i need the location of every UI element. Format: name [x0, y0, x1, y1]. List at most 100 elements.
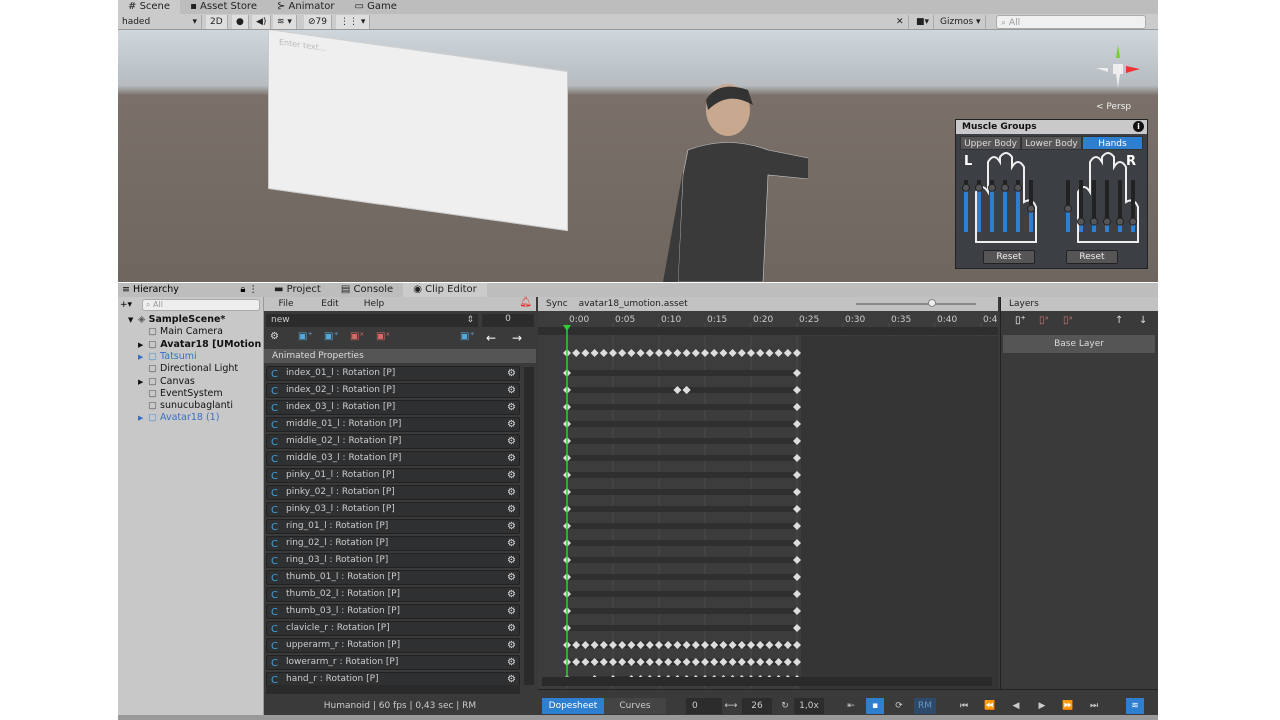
sync-button[interactable]: Sync — [538, 299, 576, 309]
finger-slider-handle[interactable] — [1129, 217, 1137, 226]
property-row[interactable]: Cmiddle_03_l : Rotation [P] ⚙ — [266, 451, 520, 466]
hierarchy-item[interactable]: ▶ ▢ Avatar18 (1) — [138, 412, 219, 424]
finger-slider-handle[interactable] — [988, 183, 996, 192]
property-row[interactable]: Cring_02_l : Rotation [P] ⚙ — [266, 536, 520, 551]
hierarchy-item[interactable]: ▶ ▢ Canvas — [138, 376, 195, 388]
info-icon[interactable]: i — [1133, 121, 1144, 132]
finger-slider-handle[interactable] — [1027, 204, 1035, 213]
create-button[interactable]: +▾ — [120, 300, 132, 310]
properties-hscrollbar[interactable] — [266, 685, 520, 694]
summary-keyframe[interactable] — [682, 349, 691, 357]
summary-keyframe[interactable] — [737, 349, 746, 357]
menu-file[interactable]: File — [264, 297, 308, 311]
root-motion-button[interactable]: RM — [914, 698, 936, 714]
delete-layer-icon[interactable]: ▯ˣ — [1039, 315, 1049, 326]
expand-arrow-icon[interactable]: ▶ — [138, 376, 143, 388]
gear-icon[interactable]: ⚙ — [507, 571, 516, 584]
hidden-objects-toggle[interactable]: ⊘79 — [304, 15, 332, 29]
export-clip-icon[interactable]: ▣⁺ — [460, 331, 475, 342]
summary-keyframe[interactable] — [793, 349, 801, 357]
summary-keyframe[interactable] — [599, 349, 608, 357]
first-frame-icon[interactable]: ⏮ — [956, 698, 972, 714]
tab-upper-body[interactable]: Upper Body — [960, 136, 1021, 150]
summary-keyframe[interactable] — [719, 349, 728, 357]
speed-field[interactable]: 1,0x — [794, 698, 824, 714]
finger-slider-handle[interactable] — [1090, 217, 1098, 226]
tab-lower-body[interactable]: Lower Body — [1021, 136, 1082, 150]
finger-slider-handle[interactable] — [962, 183, 970, 192]
summary-keyframe[interactable] — [609, 349, 617, 357]
hierarchy-item[interactable]: ▶ ▢ Avatar18 [UMotion Lo — [138, 339, 277, 351]
move-layer-up-icon[interactable]: ↑ — [1115, 315, 1123, 326]
duplicate-clip-icon[interactable]: ▣⁺ — [324, 331, 339, 342]
property-row[interactable]: Cindex_03_l : Rotation [P] ⚙ — [266, 400, 520, 415]
finger-slider-handle[interactable] — [975, 183, 983, 192]
gear-icon[interactable]: ⚙ — [507, 656, 516, 669]
summary-keyframe[interactable] — [774, 349, 783, 357]
prev-clip-button[interactable]: ← — [486, 331, 496, 345]
tab-console[interactable]: ▤ Console — [331, 283, 403, 297]
reset-right-button[interactable]: Reset — [1066, 250, 1118, 264]
gear-icon[interactable]: ⚙ — [507, 367, 516, 380]
avatar-character[interactable] — [548, 60, 808, 282]
persp-label[interactable]: < Persp — [1096, 102, 1131, 112]
summary-keyframe[interactable] — [691, 349, 700, 357]
hand-sliders[interactable] — [956, 152, 1149, 248]
summary-keyframe[interactable] — [783, 349, 792, 357]
zoom-slider[interactable] — [856, 299, 976, 307]
property-row[interactable]: Cupperarm_r : Rotation [P] ⚙ — [266, 638, 520, 653]
finger-slider-handle[interactable] — [1014, 183, 1022, 192]
effects-icon[interactable]: ≋ ▾ — [273, 15, 297, 29]
tab-animator[interactable]: ⊱ Animator — [267, 0, 345, 14]
hierarchy-tab[interactable]: ≡ Hierarchy 🔒︎ ⋮ — [118, 283, 264, 297]
tab-scene[interactable]: # Scene — [118, 0, 181, 14]
expand-arrow-icon[interactable]: ▶ — [138, 412, 143, 424]
prev-frame-icon[interactable]: ◀ — [1008, 698, 1024, 714]
prev-key-icon[interactable]: ⏪ — [982, 698, 998, 714]
properties-scrollbar[interactable] — [524, 367, 534, 685]
property-row[interactable]: Cthumb_01_l : Rotation [P] ⚙ — [266, 570, 520, 585]
next-key-icon[interactable]: ⏩ — [1060, 698, 1076, 714]
gear-icon[interactable]: ⚙ — [507, 503, 516, 516]
finger-slider-handle[interactable] — [1064, 204, 1072, 213]
property-row[interactable]: Clowerarm_r : Rotation [P] ⚙ — [266, 655, 520, 670]
scene-search-input[interactable]: ⌕ All — [996, 15, 1146, 29]
remove-clip-icon[interactable]: ▣ˣ — [376, 331, 390, 342]
summary-keyframe[interactable] — [636, 349, 645, 357]
tab-asset-store[interactable]: ▪ Asset Store — [180, 0, 267, 14]
tab-project[interactable]: ▬ Project — [264, 283, 331, 297]
remove-layer-icon[interactable]: ▯ˣ — [1063, 315, 1073, 326]
collapse-arrow-icon[interactable]: ▼ — [128, 314, 133, 326]
tab-clip-editor[interactable]: ◉ Clip Editor — [403, 283, 487, 297]
add-layer-icon[interactable]: ▯⁺ — [1015, 315, 1026, 326]
gear-icon[interactable]: ⚙ — [507, 537, 516, 550]
clip-select[interactable]: new ⇕ — [266, 314, 478, 327]
gear-icon[interactable]: ⚙ — [507, 469, 516, 482]
gear-icon[interactable]: ⚙ — [507, 401, 516, 414]
hierarchy-item[interactable]: ▼ ◈ SampleScene* — [128, 314, 225, 326]
summary-keyframe[interactable] — [710, 349, 719, 357]
audio-icon[interactable]: ◀) — [252, 15, 272, 29]
finger-slider-handle[interactable] — [1001, 183, 1009, 192]
gear-icon[interactable]: ⚙ — [507, 605, 516, 618]
play-icon[interactable]: ▶ — [1034, 698, 1050, 714]
hierarchy-item[interactable]: ▢ EventSystem — [148, 388, 223, 400]
loop-icon[interactable]: ⟳ — [890, 698, 908, 714]
summary-keyframe[interactable] — [581, 349, 590, 357]
time-ruler[interactable] — [538, 327, 998, 335]
expand-arrow-icon[interactable]: ▶ — [138, 339, 143, 351]
last-frame-icon[interactable]: ⏭ — [1086, 698, 1102, 714]
gear-icon[interactable]: ⚙ — [507, 384, 516, 397]
gear-icon[interactable]: ⚙ — [507, 639, 516, 652]
hierarchy-item[interactable]: ▶ ▢ Tatsumi — [138, 351, 197, 363]
gear-icon[interactable]: ⚙ — [507, 435, 516, 448]
delete-clip-icon[interactable]: ▣ˣ — [350, 331, 364, 342]
property-row[interactable]: Cmiddle_02_l : Rotation [P] ⚙ — [266, 434, 520, 449]
property-row[interactable]: Cclavicle_r : Rotation [P] ⚙ — [266, 621, 520, 636]
summary-keyframe[interactable] — [765, 349, 774, 357]
property-row[interactable]: Cpinky_02_l : Rotation [P] ⚙ — [266, 485, 520, 500]
property-row[interactable]: Cring_03_l : Rotation [P] ⚙ — [266, 553, 520, 568]
summary-keyframe[interactable] — [664, 349, 673, 357]
gear-icon[interactable]: ⚙ — [507, 588, 516, 601]
summary-keyframe[interactable] — [756, 349, 765, 357]
